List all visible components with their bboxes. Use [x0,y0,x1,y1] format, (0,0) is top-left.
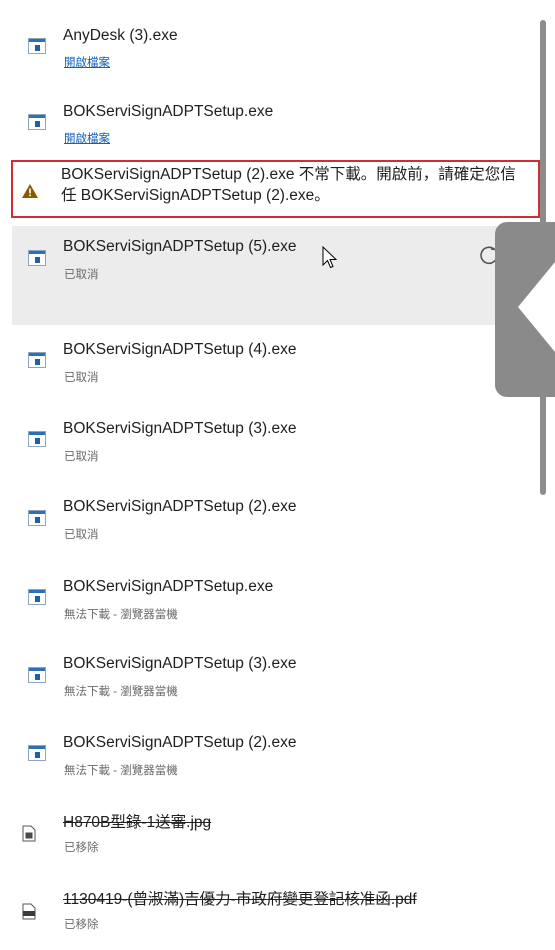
download-filename: AnyDesk (3).exe [63,27,178,44]
exe-file-icon [28,510,46,526]
download-item[interactable]: BOKServiSignADPTSetup (4).exe 已取消 [12,331,542,401]
download-filename: BOKServiSignADPTSetup (4).exe [63,341,297,358]
download-filename: H870B型錄-1送審.jpg [63,814,212,831]
warning-message: BOKServiSignADPTSetup (2).exe 不常下載。開啟前，請… [61,166,516,204]
mouse-cursor-icon [322,246,338,269]
download-item[interactable]: BOKServiSignADPTSetup (2).exe 已取消 [12,488,542,558]
download-item[interactable]: 1130419-(曾淑滿)吉優力-市政府變更登記核准函.pdf 已移除 [12,880,542,950]
download-item[interactable]: BOKServiSignADPTSetup (2).exe 無法下載 - 瀏覽器… [12,724,542,794]
download-filename: 1130419-(曾淑滿)吉優力-市政府變更登記核准函.pdf [63,891,417,908]
download-filename: BOKServiSignADPTSetup (5).exe [63,238,297,255]
exe-file-icon [28,114,46,130]
download-filename: BOKServiSignADPTSetup.exe [63,578,274,595]
downloads-panel: AnyDesk (3).exe 開啟檔案 BOKServiSignADPTSet… [0,0,555,950]
exe-file-icon [28,38,46,54]
warning-icon [22,184,38,198]
exe-file-icon [28,431,46,447]
exe-file-icon [28,250,46,266]
download-item[interactable]: H870B型錄-1送審.jpg 已移除 [12,803,542,873]
download-item[interactable]: BOKServiSignADPTSetup.exe 無法下載 - 瀏覽器當機 [12,568,542,638]
download-item[interactable]: BOKServiSignADPTSetup (5).exe 已取消 [12,226,542,325]
download-filename: BOKServiSignADPTSetup.exe [63,103,274,120]
download-warning-item[interactable]: BOKServiSignADPTSetup (2).exe 不常下載。開啟前，請… [11,160,540,218]
image-file-icon [22,825,36,842]
download-filename: BOKServiSignADPTSetup (3).exe [63,655,297,672]
download-status: 已取消 [64,269,99,281]
download-item[interactable]: AnyDesk (3).exe 開啟檔案 [12,20,542,80]
exe-file-icon [28,745,46,761]
download-filename: BOKServiSignADPTSetup (2).exe [63,498,297,515]
exe-file-icon [28,589,46,605]
open-file-link[interactable]: 開啟檔案 [64,54,110,70]
download-status: 無法下載 - 瀏覽器當機 [64,765,178,777]
download-item[interactable]: BOKServiSignADPTSetup.exe 開啟檔案 [12,94,542,154]
download-status: 無法下載 - 瀏覽器當機 [64,609,178,621]
chevron-left-icon [518,262,555,352]
exe-file-icon [28,667,46,683]
pdf-file-icon [22,903,36,920]
exe-file-icon [28,352,46,368]
download-item[interactable]: BOKServiSignADPTSetup (3).exe 已取消 [12,410,542,480]
download-status: 無法下載 - 瀏覽器當機 [64,686,178,698]
download-status: 已移除 [64,919,99,931]
download-status: 已取消 [64,451,99,463]
download-status: 已移除 [64,842,99,854]
download-item[interactable]: BOKServiSignADPTSetup (3).exe 無法下載 - 瀏覽器… [12,645,542,715]
download-status: 已取消 [64,372,99,384]
open-file-link[interactable]: 開啟檔案 [64,130,110,146]
download-filename: BOKServiSignADPTSetup (2).exe [63,734,297,751]
download-filename: BOKServiSignADPTSetup (3).exe [63,420,297,437]
download-status: 已取消 [64,529,99,541]
